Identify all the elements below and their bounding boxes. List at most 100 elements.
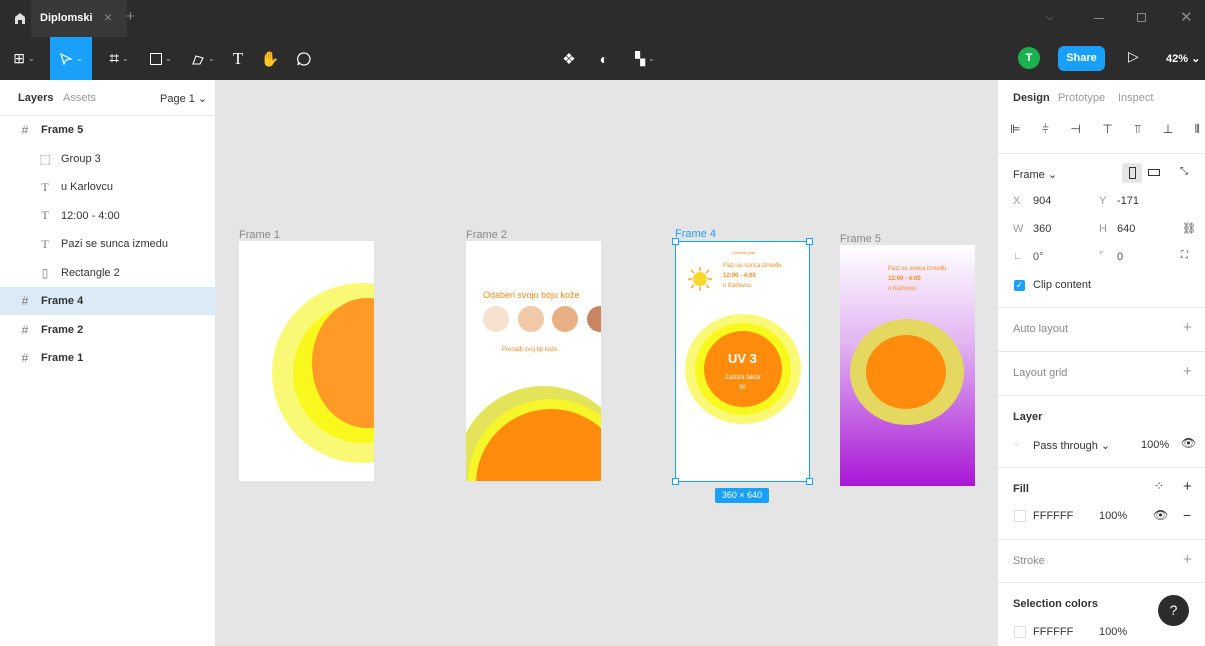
align-center-h-icon[interactable]: ⫩: [1042, 122, 1049, 138]
skin-swatch-3[interactable]: [552, 306, 578, 332]
layer-row[interactable]: Tu Karlovcu: [0, 173, 216, 201]
pen-tool-button[interactable]: ⌄: [184, 37, 222, 80]
resize-handle-tr[interactable]: [806, 238, 813, 245]
frame5-label[interactable]: Frame 5: [840, 233, 881, 245]
frame5-line2: 12:00 - 4:00: [888, 276, 921, 282]
text-tool-button[interactable]: T: [228, 37, 248, 80]
fill-visibility-eye-icon[interactable]: 👁: [1153, 508, 1168, 522]
tab-inspect[interactable]: Inspect: [1118, 92, 1153, 104]
layer-opacity-input[interactable]: 100%: [1141, 439, 1169, 451]
page-selector[interactable]: Page 1 ⌄: [160, 92, 207, 105]
tab-design[interactable]: Design: [1013, 92, 1050, 104]
title-bar: Diplomski × + ⌵ ✕: [0, 0, 1205, 37]
landscape-icon[interactable]: [1148, 169, 1160, 176]
minimize-icon[interactable]: [1094, 18, 1104, 19]
tab-prototype[interactable]: Prototype: [1058, 92, 1105, 104]
frame-tool-button[interactable]: ⌗ ⌄: [100, 37, 138, 80]
h-label: H: [1099, 223, 1107, 235]
layer-visibility-eye-icon[interactable]: 👁: [1181, 436, 1196, 450]
skin-swatch-4[interactable]: [587, 306, 601, 332]
align-row: ⊫ ⫩ ⊣ ⊤ ⫪ ⊥ ⦀: [1010, 122, 1200, 138]
selection-color-opacity[interactable]: 100%: [1099, 626, 1127, 638]
mask-icon[interactable]: ◐: [592, 37, 616, 80]
radius-input[interactable]: 0: [1117, 251, 1123, 263]
fill-styles-icon[interactable]: ⁘: [1154, 479, 1164, 493]
layer-row[interactable]: T 12:00 - 4:00: [0, 202, 216, 230]
close-window-icon[interactable]: ✕: [1180, 8, 1193, 26]
layer-row[interactable]: ⬚ Group 3: [0, 145, 216, 173]
independent-corners-icon[interactable]: ⛶: [1181, 250, 1188, 261]
frame2-link[interactable]: Pronađi svoj tip kože: [502, 347, 557, 353]
align-right-icon[interactable]: ⊣: [1070, 122, 1080, 138]
comment-tool-icon[interactable]: [292, 37, 316, 80]
layer-label: Group 3: [61, 152, 101, 165]
frame1[interactable]: [239, 241, 374, 481]
y-input[interactable]: -171: [1117, 195, 1139, 207]
frame1-label[interactable]: Frame 1: [239, 229, 280, 241]
tab-assets[interactable]: Assets: [63, 92, 96, 104]
resize-handle-br[interactable]: [806, 478, 813, 485]
layer-row[interactable]: # Frame 5: [0, 116, 216, 144]
help-button[interactable]: ?: [1158, 595, 1189, 626]
resize-handle-bl[interactable]: [672, 478, 679, 485]
text-layer-icon: T: [41, 236, 49, 251]
blend-mode-dropdown[interactable]: Pass through ⌄: [1033, 439, 1110, 452]
frame2-label[interactable]: Frame 2: [466, 229, 507, 241]
canvas[interactable]: Frame 1 Frame 2 Odaberi svoju boju kože …: [216, 80, 997, 646]
zoom-dropdown[interactable]: 42% ⌄: [1166, 52, 1200, 65]
divider-fill: [998, 467, 1205, 468]
tabs-dropdown-icon[interactable]: ⌵: [1046, 12, 1054, 23]
layer-row[interactable]: ▯ Rectangle 2: [0, 259, 216, 287]
maximize-icon[interactable]: [1137, 13, 1146, 22]
resize-handle-tl[interactable]: [672, 238, 679, 245]
align-left-icon[interactable]: ⊫: [1010, 122, 1020, 138]
new-tab-icon[interactable]: +: [126, 8, 135, 25]
hand-tool-icon[interactable]: ✋: [258, 37, 282, 80]
add-layout-grid-icon[interactable]: +: [1183, 363, 1192, 380]
rotation-input[interactable]: 0°: [1033, 251, 1044, 263]
selection-color-hex[interactable]: FFFFFF: [1033, 626, 1073, 638]
add-stroke-icon[interactable]: +: [1183, 551, 1192, 568]
skin-swatch-2[interactable]: [518, 306, 544, 332]
frame2[interactable]: Odaberi svoju boju kože Pronađi svoj tip…: [466, 241, 601, 481]
remove-fill-icon[interactable]: −: [1183, 507, 1191, 523]
add-auto-layout-icon[interactable]: +: [1183, 319, 1192, 336]
x-input[interactable]: 904: [1033, 195, 1051, 207]
corner-radius-icon: ⌜: [1099, 251, 1104, 262]
main-menu-button[interactable]: ⊞ ⌄: [8, 37, 40, 80]
add-fill-icon[interactable]: +: [1183, 478, 1192, 495]
fill-opacity-input[interactable]: 100%: [1099, 510, 1127, 522]
move-tool-button[interactable]: ⌄: [50, 37, 92, 80]
tab-layers[interactable]: Layers: [18, 92, 53, 104]
fill-hex-input[interactable]: FFFFFF: [1033, 510, 1073, 522]
w-input[interactable]: 360: [1033, 223, 1051, 235]
align-top-icon[interactable]: ⊤: [1102, 122, 1112, 138]
components-icon[interactable]: ❖: [557, 37, 581, 80]
frame5[interactable]: Pazi se sunca između 12:00 - 4:00 u Karl…: [840, 245, 975, 486]
layer-row[interactable]: # Frame 4: [0, 287, 216, 315]
resize-to-fit-icon[interactable]: ⤡: [1180, 166, 1188, 177]
h-input[interactable]: 640: [1117, 223, 1135, 235]
layer-row[interactable]: T Pazi se sunca izmedu: [0, 230, 216, 258]
selection-color-swatch[interactable]: [1014, 626, 1026, 638]
layer-row[interactable]: # Frame 1: [0, 344, 216, 372]
user-avatar[interactable]: T: [1018, 47, 1040, 69]
fill-swatch[interactable]: [1014, 510, 1026, 522]
distribute-icon[interactable]: ⦀: [1195, 122, 1200, 138]
frame4-label[interactable]: Frame 4: [675, 228, 716, 240]
portrait-icon: [1129, 167, 1136, 179]
layer-row[interactable]: # Frame 2: [0, 316, 216, 344]
clip-content-checkbox[interactable]: ✓: [1014, 280, 1025, 291]
present-button[interactable]: ▷: [1128, 48, 1139, 65]
frame-type-dropdown[interactable]: Frame ⌄: [1013, 168, 1057, 181]
share-button[interactable]: Share: [1058, 46, 1105, 71]
align-middle-v-icon[interactable]: ⫪: [1134, 122, 1141, 138]
shape-tool-button[interactable]: ⌄: [142, 37, 180, 80]
align-bottom-icon[interactable]: ⊥: [1163, 122, 1173, 138]
constrain-proportions-icon[interactable]: ⛓: [1182, 222, 1196, 235]
home-icon[interactable]: [12, 10, 28, 26]
tab-close-icon[interactable]: ×: [104, 9, 112, 25]
skin-swatch-1[interactable]: [483, 306, 509, 332]
boolean-ops-button[interactable]: ▚ ⌄: [628, 37, 662, 80]
rectangle-layer-icon: ▯: [41, 265, 49, 280]
